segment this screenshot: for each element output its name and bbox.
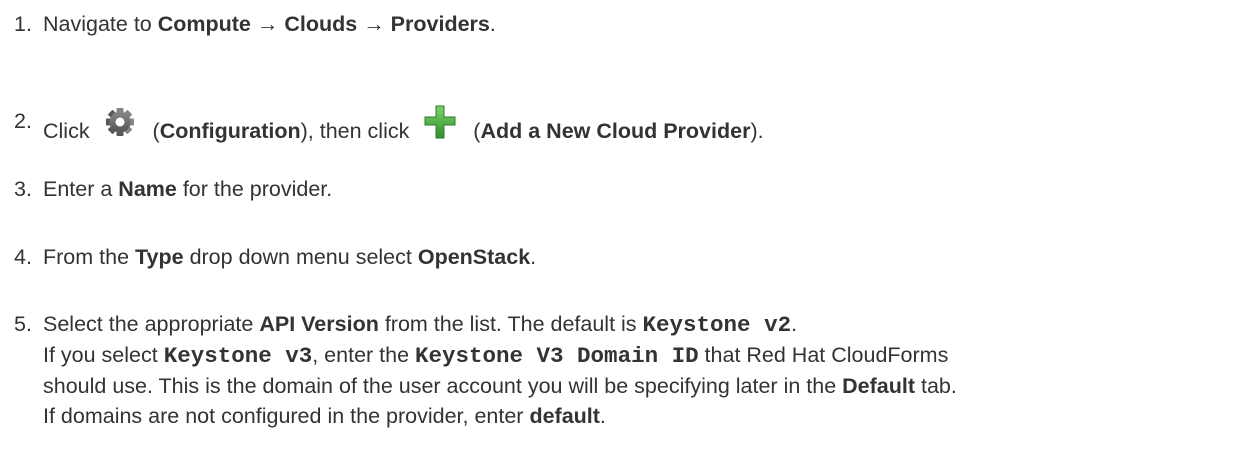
code-keystone-v3: Keystone v3 [163, 343, 313, 369]
step-number: 2. [14, 109, 32, 133]
step-text: . [530, 245, 537, 269]
step-text: for the provider. [176, 177, 333, 201]
code-keystone-v2: Keystone v2 [642, 312, 792, 338]
code-domain-id: Keystone V3 Domain ID [415, 343, 699, 369]
step-4: 4. From the Type drop down menu select Op… [14, 242, 536, 272]
step-5-line-4: If domains are not configured in the pro… [43, 401, 606, 431]
value-default: default [529, 404, 600, 428]
step-5-line-3: should use. This is the domain of the us… [43, 371, 957, 401]
option-openstack: OpenStack [417, 245, 531, 269]
step-text: → [357, 12, 391, 36]
step-number: 5. [14, 312, 32, 336]
step-text: tab. [915, 374, 957, 398]
step-text: → [250, 12, 285, 36]
step-number: 3. [14, 177, 32, 201]
step-2: 2. Click (Configuration), then click (Add… [14, 105, 764, 146]
step-text: . [791, 312, 798, 336]
step-1: 1. Navigate to Compute → Clouds → Provide… [14, 9, 496, 39]
green-plus-icon [419, 102, 461, 142]
field-type: Type [135, 245, 184, 269]
step-text: , enter the [312, 343, 416, 367]
ui-label-configuration: Configuration [159, 119, 301, 143]
ui-label-add-cloud-provider: Add a New Cloud Provider [480, 119, 751, 143]
field-name: Name [118, 177, 177, 201]
step-text: . [489, 12, 496, 36]
field-api-version: API Version [259, 312, 379, 336]
step-text: Select the appropriate [43, 312, 260, 336]
step-text: from the list. The default is [378, 312, 643, 336]
menu-compute: Compute [157, 12, 251, 36]
step-text: that Red Hat CloudForms [698, 343, 949, 367]
step-text: should use. This is the domain of the us… [43, 374, 843, 398]
step-text: . [599, 404, 606, 428]
step-text: From the [43, 245, 135, 269]
step-number: 4. [14, 245, 32, 269]
step-text: Click [43, 119, 96, 143]
step-text: ( [146, 119, 160, 143]
tab-default: Default [842, 374, 916, 398]
step-5: 5. Select the appropriate API Version fro… [14, 309, 797, 340]
menu-clouds: Clouds [284, 12, 358, 36]
step-text: ). [750, 119, 764, 143]
step-5-line-2: If you select Keystone v3, enter the Key… [43, 340, 948, 371]
gear-icon [99, 102, 141, 142]
step-number: 1. [14, 12, 32, 36]
step-3: 3. Enter a Name for the provider. [14, 174, 332, 204]
step-text: drop down menu select [183, 245, 418, 269]
step-text: If you select [43, 343, 164, 367]
menu-providers: Providers [390, 12, 490, 36]
step-text: ( [467, 119, 481, 143]
step-text: If domains are not configured in the pro… [43, 404, 530, 428]
step-text: ), then click [300, 119, 416, 143]
procedure-steps: 1. Navigate to Compute → Clouds → Provide… [0, 0, 1242, 455]
step-text: Navigate to [43, 12, 158, 36]
step-text: Enter a [43, 177, 119, 201]
